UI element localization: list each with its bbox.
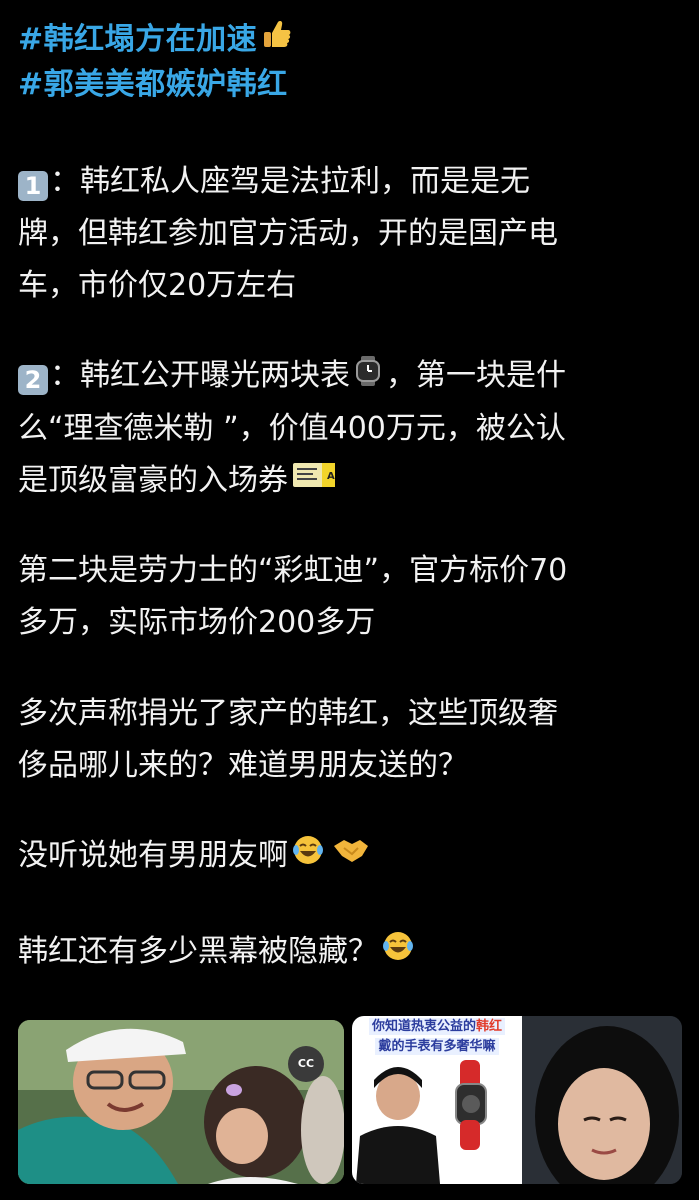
paragraph-2: 2 ：韩红公开曝光两块表 ，第一块是什 么“理查德米勒 ”，价值400万元，被公认… — [18, 350, 682, 507]
text: ：韩红私人座驾是法拉利，而是是无 — [50, 164, 530, 199]
text-line: 多万，实际市场价200多万 — [18, 605, 376, 640]
tears-of-joy-icon — [382, 927, 414, 979]
video-thumbnail-right[interactable]: 你知道热衷公益的韩红 戴的手表有多奢华嘛 — [352, 1016, 682, 1184]
text: ：韩红公开曝光两块表 — [50, 358, 350, 393]
caption-line-2: 戴的手表有多奢华嘛 — [375, 1038, 499, 1055]
caption-line-1: 你知道热衷公益的韩红 — [368, 1018, 506, 1035]
hashtag-link[interactable]: #郭美美都嫉妒韩红 — [18, 63, 297, 107]
hashtag-link[interactable]: #韩红塌方在加速 — [18, 18, 297, 63]
text: 是顶级富豪的入场券 — [18, 462, 288, 498]
text-line: 侈品哪儿来的？难道男朋友送的？ — [18, 748, 468, 783]
thumbs-up-icon — [261, 18, 293, 63]
text-line: 多次声称捐光了家产的韩红，这些顶级奢 — [18, 696, 558, 731]
number-badge: 1 — [18, 171, 48, 201]
video-caption: 你知道热衷公益的韩红 戴的手表有多奢华嘛 — [352, 1018, 522, 1055]
hashtags: #韩红塌方在加速 #郭美美都嫉妒韩红 — [18, 18, 297, 107]
text-line: 2 ：韩红公开曝光两块表 ，第一块是什 — [18, 350, 682, 403]
handshake-icon — [332, 831, 370, 883]
paragraph-6: 韩红还有多少黑幕被隐藏？ — [18, 926, 682, 979]
paragraph-3: 第二块是劳力士的“彩虹迪”，官方标价70 多万，实际市场价200多万 — [18, 545, 682, 649]
text-line: 没听说她有男朋友啊 — [18, 830, 682, 883]
text-line: 是顶级富豪的入场券 A — [18, 455, 682, 508]
paragraph-4: 多次声称捐光了家产的韩红，这些顶级奢 侈品哪儿来的？难道男朋友送的？ — [18, 688, 682, 792]
hashtag-text[interactable]: #郭美美都嫉妒韩红 — [18, 67, 288, 102]
video-thumbnail-left[interactable]: CC — [18, 1020, 344, 1184]
tears-of-joy-icon — [292, 831, 324, 883]
svg-text:A: A — [327, 471, 335, 482]
closed-captions-button[interactable]: CC — [288, 1046, 324, 1082]
text: 韩红还有多少黑幕被隐藏？ — [18, 934, 378, 969]
caption-text: 你知道热衷公益的 — [371, 1019, 476, 1034]
text-line: 车，市价仅20万左右 — [18, 268, 297, 303]
text-line: 第二块是劳力士的“彩虹迪”，官方标价70 — [18, 553, 568, 588]
hashtag-text[interactable]: #韩红塌方在加速 — [18, 22, 257, 57]
text: ，第一块是什 — [386, 358, 566, 393]
text-line: 1 ：韩红私人座驾是法拉利，而是是无 — [18, 156, 682, 208]
text-line: 韩红还有多少黑幕被隐藏？ — [18, 926, 682, 979]
watch-icon — [354, 351, 382, 403]
photo-illustration — [18, 1020, 344, 1184]
media-row: CC 你知道热衷公益的韩红 戴的手表有多奢华嘛 — [18, 1016, 682, 1184]
caption-highlight: 韩红 — [476, 1019, 503, 1034]
text-line: 牌，但韩红参加官方活动，开的是国产电 — [18, 216, 558, 251]
text: 没听说她有男朋友啊 — [18, 838, 288, 873]
number-badge: 2 — [18, 365, 48, 395]
text-line: 么“理查德米勒 ”，价值400万元，被公认 — [18, 410, 566, 446]
post: #韩红塌方在加速 #郭美美都嫉妒韩红 1 ：韩红私人座驾是法拉利，而是是无 牌，但… — [0, 0, 699, 1200]
paragraph-5: 没听说她有男朋友啊 — [18, 830, 682, 883]
paragraph-1: 1 ：韩红私人座驾是法拉利，而是是无 牌，但韩红参加官方活动，开的是国产电 车，市… — [18, 156, 682, 312]
ticket-icon: A — [292, 455, 336, 507]
